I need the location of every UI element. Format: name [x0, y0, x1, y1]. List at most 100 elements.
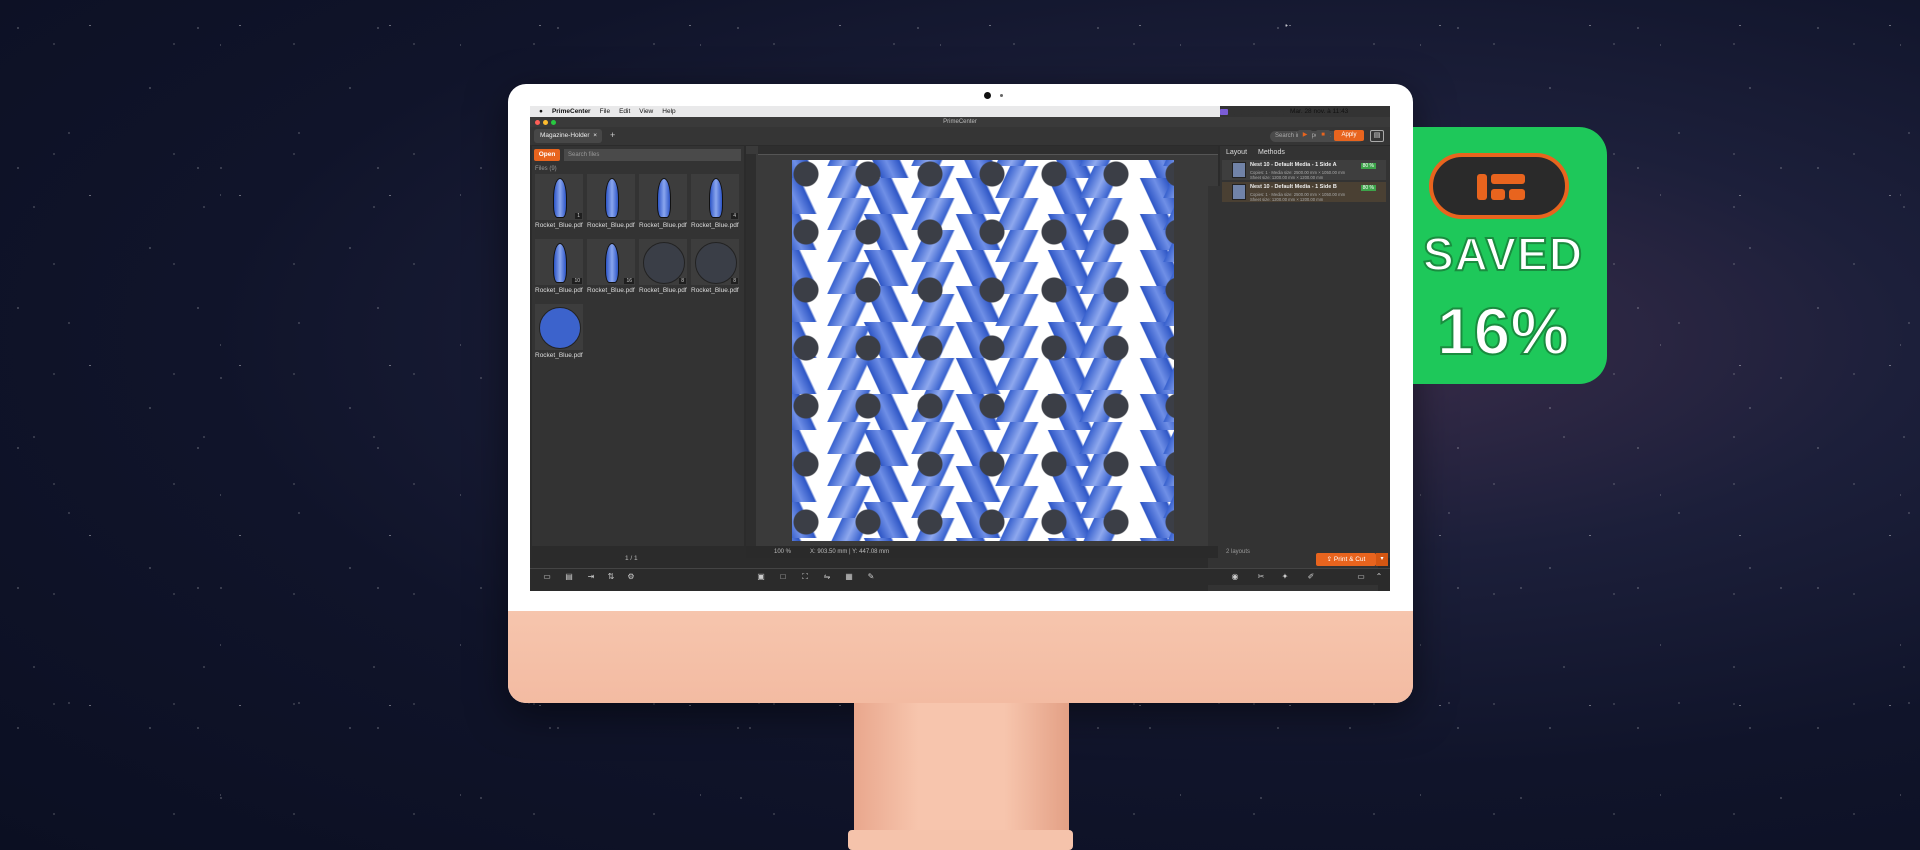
file-thumb[interactable]: 10 Rocket_Blue.pdf	[535, 239, 585, 297]
print-options-chevron-icon[interactable]: ▾	[1376, 553, 1388, 566]
rocket-thumbnail	[657, 178, 671, 218]
file-thumb[interactable]: Rocket_Blue.pdf	[587, 174, 637, 232]
fit-icon[interactable]: ⛶	[800, 572, 810, 582]
saved-percent: 16%	[1436, 293, 1570, 369]
window-title: PrimeCenter	[943, 119, 977, 125]
flip-icon[interactable]: ⇋	[822, 572, 832, 582]
apple-icon[interactable]: ●	[539, 108, 543, 115]
file-name: Rocket_Blue.pdf	[535, 222, 583, 229]
nest-name: Nest 10 - Default Media - 1 Side B	[1250, 184, 1337, 190]
saved-label: SAVED	[1422, 227, 1584, 281]
minimize-window-button[interactable]	[543, 120, 548, 125]
copy-count-badge: 10	[572, 278, 582, 284]
copy-count-badge: 1	[575, 213, 582, 219]
run-toolbar: ▶ ■ Apply	[1298, 128, 1388, 142]
menu-app[interactable]: PrimeCenter	[552, 108, 591, 115]
canvas-statusbar: 100 % X: 903.50 mm | Y: 447.08 mm	[746, 546, 1218, 558]
tools-icon[interactable]: ✦	[1280, 572, 1290, 582]
app-screen: ● PrimeCenter File Edit View Help Mar. 2…	[530, 106, 1390, 591]
file-name: Rocket_Blue.pdf	[639, 222, 687, 229]
sort-icon[interactable]: ⇅	[606, 572, 616, 582]
nest-efficiency: 80 %	[1360, 163, 1376, 169]
nest-item[interactable]: Nest 10 - Default Media - 1 Side B Copie…	[1222, 182, 1386, 202]
control-center-icon[interactable]	[1276, 108, 1284, 115]
horizontal-ruler	[758, 146, 1218, 155]
apply-button[interactable]: Apply	[1334, 130, 1364, 141]
select-icon[interactable]: □	[778, 572, 788, 582]
cut-icon[interactable]: ✂	[1256, 572, 1266, 582]
media-sheet[interactable]	[792, 160, 1174, 541]
open-button[interactable]: Open	[534, 149, 560, 161]
grid-icon[interactable]: ▦	[844, 572, 854, 582]
file-thumb[interactable]: 8 Rocket_Blue.pdf	[639, 239, 689, 297]
menu-file[interactable]: File	[600, 108, 610, 115]
draw-icon[interactable]: ✐	[1306, 572, 1316, 582]
menu-view[interactable]: View	[639, 108, 653, 115]
nest-meta: Copies: 1 · Media size: 2500.00 mm × 105…	[1250, 192, 1346, 202]
file-name: Rocket_Blue.pdf	[587, 287, 635, 294]
import-icon[interactable]: ⇥	[586, 572, 596, 582]
nest-canvas[interactable]	[746, 146, 1378, 591]
tab-methods[interactable]: Methods	[1258, 149, 1285, 156]
file-thumb[interactable]: 8 Rocket_Blue.pdf	[691, 239, 741, 297]
menu-help[interactable]: Help	[662, 108, 675, 115]
rocket-thumbnail	[709, 178, 723, 218]
copy-count-badge: 16	[624, 278, 634, 284]
primecenter-logo-icon	[1477, 174, 1525, 200]
rocket-thumbnail	[605, 178, 619, 218]
close-tab-icon[interactable]: ×	[593, 129, 597, 143]
traffic-lights	[535, 120, 556, 125]
save-icon[interactable]: ▣	[756, 572, 766, 582]
layers-icon[interactable]: ▤	[564, 572, 574, 582]
file-name: Rocket_Blue.pdf	[535, 287, 583, 294]
settings-icon[interactable]: ⚙	[626, 572, 636, 582]
files-search-input[interactable]: Search files	[564, 149, 741, 161]
menubar-status: Mar. 28 nov. à 11:43	[1220, 106, 1390, 117]
copy-count-badge: 4	[731, 213, 738, 219]
search-icon[interactable]	[1262, 108, 1270, 115]
collapse-icon[interactable]: ⌃	[1374, 572, 1384, 582]
nest-item[interactable]: Nest 10 - Default Media - 1 Side A Copie…	[1222, 160, 1386, 180]
status-app-icon[interactable]	[1220, 108, 1228, 115]
zoom-level[interactable]: 100 %	[774, 546, 791, 558]
bottom-toolbar: ▭ ▤ ⇥ ⇅ ⚙ ▣ □ ⛶ ⇋ ▦ ✎ ◉ ✂ ✦ ✐ ▭ ⌃	[530, 568, 1390, 585]
file-thumb[interactable]: Rocket_Blue.pdf	[535, 304, 585, 362]
tab-row: Magazine-Holder × + Search in recipes li…	[530, 127, 1390, 145]
camera-icon[interactable]: ◉	[1230, 572, 1240, 582]
print-cut-button[interactable]: ⇪ Print & Cut	[1316, 553, 1376, 566]
nest-name: Nest 10 - Default Media - 1 Side A	[1250, 162, 1337, 168]
vertical-ruler	[746, 154, 756, 546]
menu-edit[interactable]: Edit	[619, 108, 630, 115]
panel-icon[interactable]: ▭	[1356, 572, 1366, 582]
imac-stand	[854, 703, 1069, 850]
battery-icon[interactable]	[1234, 108, 1242, 115]
nest-thumbnail	[1232, 184, 1246, 200]
nested-parts-pattern	[792, 160, 1174, 541]
saved-badge: SAVED 16%	[1413, 127, 1607, 384]
file-thumb[interactable]: Rocket_Blue.pdf	[639, 174, 689, 232]
imac-stand-foot	[848, 830, 1073, 850]
rocket-thumbnail	[553, 243, 567, 283]
nest-meta: Copies: 1 · Media size: 2500.00 mm × 105…	[1250, 170, 1346, 180]
layout-panel: Layout Methods Nest 10 - Default Media -…	[1220, 146, 1390, 558]
pen-icon[interactable]: ✎	[866, 572, 876, 582]
play-icon[interactable]: ▶	[1298, 130, 1312, 141]
tab-layout[interactable]: Layout	[1226, 149, 1247, 156]
menubar-clock[interactable]: Mar. 28 nov. à 11:43	[1290, 108, 1348, 115]
imac-chin	[508, 611, 1413, 703]
stop-icon[interactable]: ■	[1316, 130, 1330, 141]
close-window-button[interactable]	[535, 120, 540, 125]
zoom-window-button[interactable]	[551, 120, 556, 125]
file-name: Rocket_Blue.pdf	[691, 222, 739, 229]
brand-logo	[1429, 153, 1569, 219]
document-icon[interactable]: ▭	[542, 572, 552, 582]
new-tab-button[interactable]: +	[610, 130, 615, 140]
camera-indicator	[1000, 94, 1003, 97]
wifi-icon[interactable]	[1248, 108, 1256, 115]
file-name: Rocket_Blue.pdf	[691, 287, 739, 294]
file-thumb[interactable]: 4 Rocket_Blue.pdf	[691, 174, 741, 232]
file-thumb[interactable]: 16 Rocket_Blue.pdf	[587, 239, 637, 297]
tab-magazine-holder[interactable]: Magazine-Holder ×	[534, 129, 602, 143]
file-thumb[interactable]: 1 Rocket_Blue.pdf	[535, 174, 585, 232]
file-name: Rocket_Blue.pdf	[587, 222, 635, 229]
